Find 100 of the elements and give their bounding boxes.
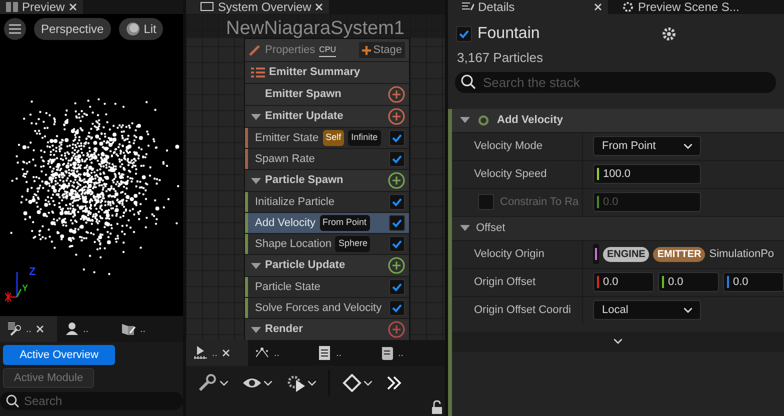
menu-icon: [9, 24, 21, 34]
close-icon[interactable]: [594, 3, 602, 11]
search-field[interactable]: Search: [0, 392, 183, 410]
stack-module[interactable]: Add Velocity From Point: [245, 212, 409, 233]
caret-icon[interactable]: [460, 117, 470, 123]
panel-tab[interactable]: ..: [248, 340, 310, 366]
module-header[interactable]: Add Velocity: [452, 108, 784, 132]
view-mode-button[interactable]: Perspective: [34, 18, 111, 40]
wrench-list-icon: [8, 322, 22, 336]
add-icon[interactable]: [388, 257, 405, 274]
play-timeline-icon: [194, 346, 208, 360]
stack-group[interactable]: Particle Spawn: [245, 169, 409, 191]
panel-tab[interactable]: ..: [310, 340, 372, 366]
number-field[interactable]: 0.0: [593, 272, 654, 292]
property-label: Origin Offset: [474, 274, 536, 290]
checkbox[interactable]: [389, 279, 405, 295]
settings-icon[interactable]: [661, 26, 678, 42]
property-label: Velocity Origin: [474, 246, 544, 262]
caret-icon: [364, 380, 372, 386]
panel-tab[interactable]: System Overview: [186, 0, 330, 14]
grid-icon: [6, 2, 18, 12]
module-tag: Sphere: [335, 236, 370, 252]
list-icon: [251, 67, 265, 78]
binding-value: SimulationPo: [709, 246, 774, 262]
search-field[interactable]: Search the stack: [455, 72, 776, 92]
chevron-down-icon: [684, 308, 692, 312]
lock-icon[interactable]: [431, 400, 443, 414]
checkbox[interactable]: [389, 215, 405, 231]
checkbox[interactable]: [389, 151, 405, 167]
panel-tab[interactable]: Details: [448, 0, 608, 14]
check-icon: [391, 153, 403, 165]
module-tag: From Point: [320, 215, 370, 231]
ring-icon: [478, 114, 489, 126]
curve-icon: [256, 346, 270, 360]
menu-button[interactable]: [4, 18, 26, 40]
checkbox[interactable]: [389, 194, 405, 210]
close-icon[interactable]: [68, 3, 77, 11]
caret-icon[interactable]: [251, 178, 261, 184]
number-field[interactable]: 100.0: [593, 164, 701, 184]
checkbox[interactable]: [389, 130, 405, 146]
number-field[interactable]: 0.0: [658, 272, 719, 292]
stack-group[interactable]: Render: [245, 318, 409, 340]
caret-icon[interactable]: [460, 225, 470, 231]
gear-icon: [622, 1, 634, 13]
tool-dropdown[interactable]: [196, 372, 230, 394]
panel-tab[interactable]: ..: [57, 316, 114, 342]
particle-count: 3,167 Particles: [457, 49, 544, 67]
stack-group[interactable]: Emitter Update: [245, 105, 409, 127]
stack-module[interactable]: Particle State: [245, 276, 409, 297]
add-icon[interactable]: [388, 86, 405, 103]
bounds-dropdown[interactable]: [340, 372, 374, 394]
caret-icon[interactable]: [251, 114, 261, 120]
close-icon[interactable]: [315, 3, 324, 11]
check-icon: [391, 196, 403, 208]
checkbox[interactable]: [389, 236, 405, 252]
stack-group[interactable]: Particle Update: [245, 254, 409, 276]
close-icon[interactable]: [36, 325, 44, 333]
caret-icon: [220, 380, 228, 386]
caret-icon: [264, 380, 272, 386]
paint-icon: [122, 322, 136, 336]
checkbox[interactable]: [389, 300, 405, 316]
chevron-down-icon: [614, 339, 622, 344]
person-icon: [65, 322, 79, 336]
lighting-button[interactable]: Lit: [118, 18, 164, 40]
double-chevron-icon: [386, 376, 402, 390]
close-icon[interactable]: [222, 349, 230, 357]
axis-label: Y: [22, 282, 28, 295]
panel-tab[interactable]: Preview: [0, 0, 83, 14]
panel-tab[interactable]: ..: [114, 316, 171, 342]
module-tag: Infinite: [348, 130, 381, 146]
add-icon[interactable]: [388, 108, 405, 125]
check-icon: [391, 238, 403, 250]
enable-checkbox[interactable]: [456, 26, 472, 42]
dropdown[interactable]: Local: [593, 300, 701, 320]
panel-tab[interactable]: ..: [372, 340, 434, 366]
caret-icon[interactable]: [251, 262, 261, 268]
stack-module[interactable]: Emitter State Self Infinite: [245, 127, 409, 148]
panel-tab[interactable]: ..: [186, 340, 248, 366]
stack-row[interactable]: Emitter Summary: [245, 61, 409, 83]
check-icon: [391, 217, 403, 229]
axis-label: Z: [29, 265, 36, 280]
plus-icon: [362, 46, 372, 54]
add-icon[interactable]: [388, 172, 405, 189]
details-icon: [462, 1, 474, 13]
check-icon: [391, 281, 403, 293]
monitor-icon: [200, 2, 214, 12]
section-header[interactable]: Offset: [452, 216, 784, 240]
stack-group[interactable]: Emitter Spawn: [245, 83, 409, 105]
check-icon: [391, 302, 403, 314]
number-field[interactable]: 0.0: [723, 272, 784, 292]
caret-icon: [308, 380, 316, 386]
add-stage-button[interactable]: Stage: [359, 42, 405, 58]
notepad-icon: [318, 346, 332, 360]
binding-handle[interactable]: [593, 244, 599, 264]
caret-icon[interactable]: [251, 326, 261, 332]
mode-button[interactable]: Active Overview: [3, 345, 115, 365]
add-icon[interactable]: [388, 321, 405, 338]
panel-tab[interactable]: ..: [0, 316, 57, 342]
chevron-down-icon: [684, 144, 692, 148]
dropdown[interactable]: From Point: [593, 136, 701, 156]
